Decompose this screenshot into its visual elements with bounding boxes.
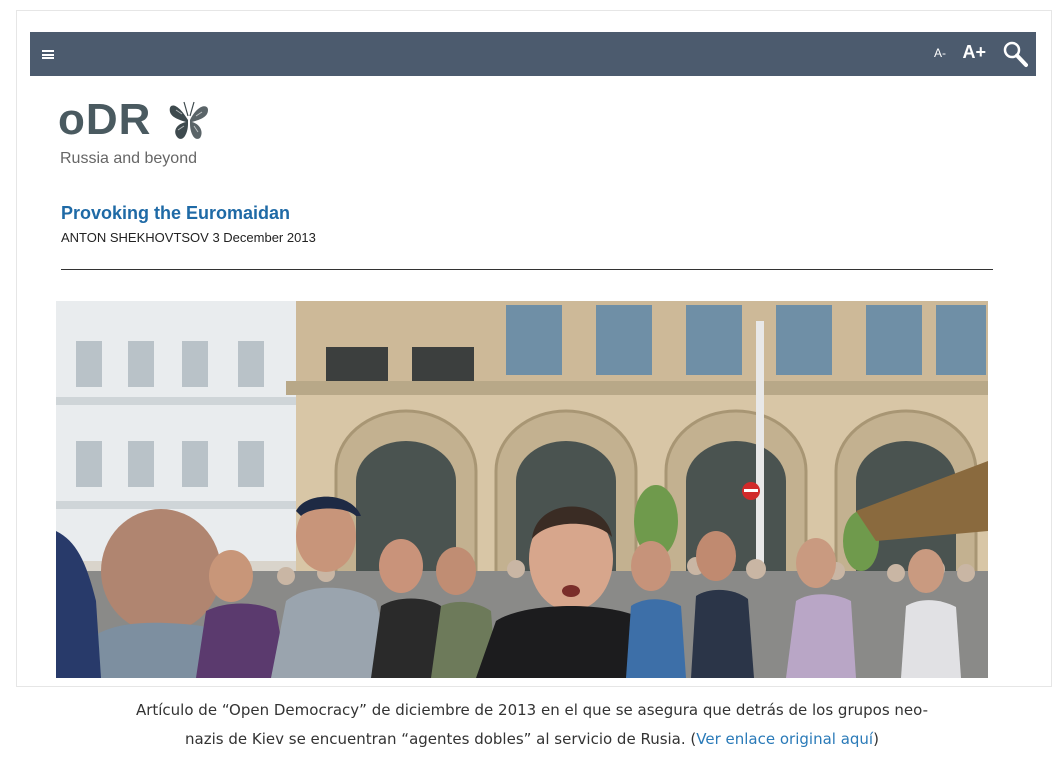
caption-line-2: nazis de Kiev se encuentran “agentes dob… — [0, 725, 1064, 754]
hamburger-icon[interactable] — [42, 50, 54, 59]
site-logo[interactable]: oDR — [58, 95, 208, 144]
caption-close-paren: ) — [873, 730, 879, 748]
caption-text: nazis de Kiev se encuentran “agentes dob… — [185, 730, 697, 748]
article-page: oDR Russia and beyond Provoking the Euro… — [30, 76, 1036, 678]
butterfly-icon — [169, 101, 208, 139]
site-tagline: Russia and beyond — [60, 150, 197, 167]
article-photo — [56, 301, 988, 678]
font-increase-button[interactable]: A+ — [962, 42, 986, 63]
font-decrease-button[interactable]: A- — [934, 46, 946, 60]
original-link[interactable]: Ver enlace original aquí — [696, 730, 873, 748]
search-icon[interactable] — [1002, 40, 1028, 68]
divider — [61, 269, 993, 270]
article-byline: ANTON SHEKHOVTSOV 3 December 2013 — [61, 230, 316, 245]
top-toolbar: A- A+ — [30, 32, 1036, 76]
article-title[interactable]: Provoking the Euromaidan — [61, 203, 290, 224]
image-caption: Artículo de “Open Democracy” de diciembr… — [0, 696, 1064, 754]
logo-text: oDR — [58, 95, 152, 144]
caption-line-1: Artículo de “Open Democracy” de diciembr… — [135, 701, 929, 719]
